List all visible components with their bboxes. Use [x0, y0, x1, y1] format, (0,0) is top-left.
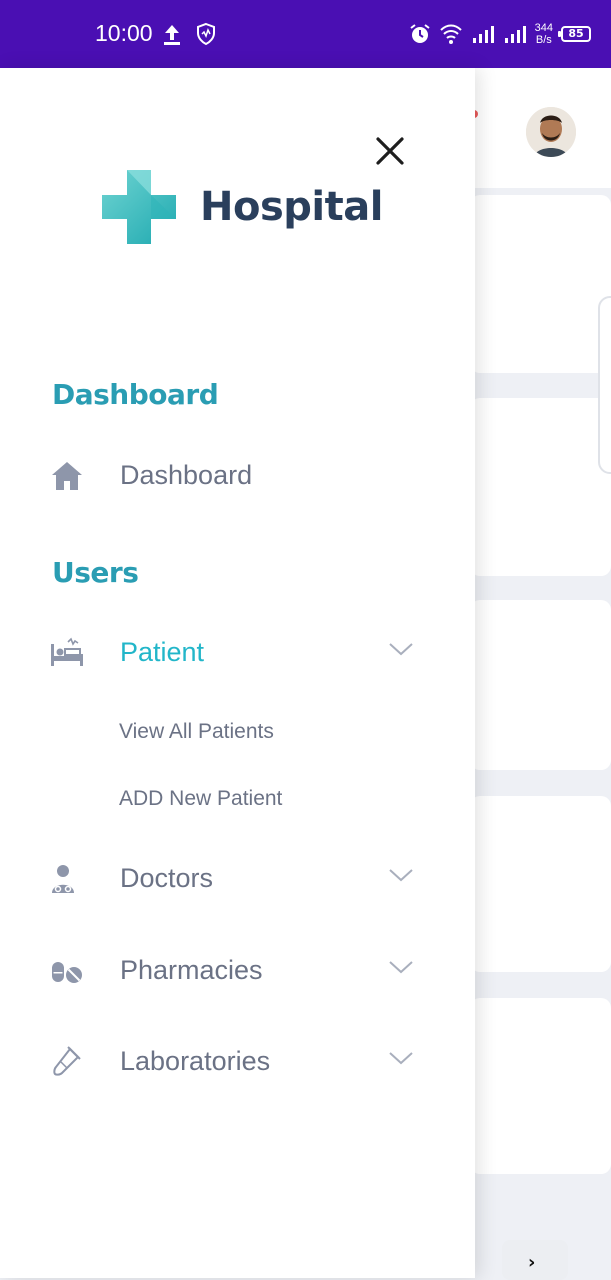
sidebar-item-dashboard[interactable]: Dashboard	[0, 446, 475, 506]
submenu-item-add-new-patient[interactable]: ADD New Patient	[119, 787, 282, 811]
status-bar: 10:00 344 B/s 85	[0, 0, 611, 68]
sidebar-item-label: Laboratories	[120, 1046, 271, 1076]
background-scroll-edge	[598, 296, 611, 474]
home-icon	[52, 462, 82, 490]
navigation-drawer: Hospital Dashboard Dashboard Users Patie…	[0, 68, 475, 1278]
sidebar-item-label: Doctors	[120, 863, 214, 893]
alarm-icon	[410, 24, 430, 43]
status-indicators: 344 B/s 85	[409, 20, 591, 48]
submenu-item-view-all-patients[interactable]: View All Patients	[119, 720, 274, 744]
chevron-right-icon: ›	[528, 1252, 536, 1273]
doctor-icon	[52, 865, 74, 893]
sidebar-item-pharmacies[interactable]: Pharmacies	[0, 941, 475, 1001]
upload-icon	[164, 25, 180, 45]
shield-icon	[197, 22, 215, 46]
net-speed-unit: B/s	[535, 34, 552, 46]
signal-icon	[472, 26, 494, 43]
pills-icon	[52, 962, 82, 983]
chevron-down-icon[interactable]	[388, 867, 414, 883]
chevron-down-icon[interactable]	[388, 641, 414, 657]
close-icon[interactable]	[373, 134, 407, 168]
background-card	[470, 195, 611, 373]
sidebar-item-patient[interactable]: Patient	[0, 623, 475, 683]
sidebar-item-label: Patient	[120, 637, 205, 667]
hospital-logo: Hospital	[100, 168, 383, 246]
background-card	[470, 796, 611, 972]
battery-icon: 85	[558, 26, 591, 42]
net-speed-value: 344	[534, 22, 553, 34]
avatar-image	[526, 107, 576, 157]
logo-text: Hospital	[200, 184, 383, 230]
background-card	[470, 998, 611, 1174]
avatar[interactable]	[526, 107, 576, 157]
sidebar-item-label: Dashboard	[120, 460, 253, 490]
test-tube-icon	[53, 1046, 81, 1076]
chevron-down-icon[interactable]	[388, 1050, 414, 1066]
section-title-dashboard: Dashboard	[52, 378, 219, 411]
next-page-button[interactable]: ›	[502, 1240, 568, 1280]
sidebar-item-laboratories[interactable]: Laboratories	[0, 1032, 475, 1092]
status-time: 10:00	[95, 20, 153, 46]
background-card	[470, 600, 611, 770]
hospital-bed-icon	[51, 637, 83, 666]
wifi-icon	[439, 24, 462, 44]
chevron-down-icon[interactable]	[388, 959, 414, 975]
sidebar-item-label: Pharmacies	[120, 955, 263, 985]
signal-icon-2	[504, 26, 526, 43]
background-card	[470, 398, 611, 576]
network-speed: 344 B/s	[535, 22, 553, 46]
section-title-users: Users	[52, 556, 139, 589]
sidebar-item-doctors[interactable]: Doctors	[0, 849, 475, 909]
medical-cross-icon	[102, 170, 176, 244]
